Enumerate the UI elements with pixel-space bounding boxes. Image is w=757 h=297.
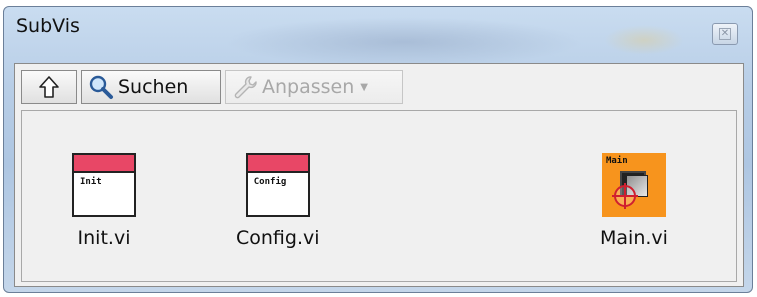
vi-icon-header (74, 155, 134, 173)
vi-icon-header (247, 155, 308, 173)
content-area: Suchen Anpassen ▼ Init Init.vi Config Co… (14, 63, 744, 287)
main-vi-icon: Main (601, 153, 666, 217)
vi-icon: Config (245, 153, 310, 217)
toolbar: Suchen Anpassen ▼ (21, 70, 403, 106)
vi-name: Init.vi (77, 227, 131, 249)
list-item[interactable]: Config Config.vi (236, 111, 320, 249)
search-label: Suchen (118, 76, 189, 98)
search-button[interactable]: Suchen (81, 70, 221, 104)
close-button[interactable]: ✕ (712, 23, 738, 45)
vi-name: Config.vi (236, 227, 320, 249)
close-icon: ✕ (719, 28, 731, 40)
vi-icon-text: Main (605, 156, 628, 166)
magnifier-icon (89, 75, 113, 99)
chevron-down-icon: ▼ (360, 81, 368, 93)
window-title: SubVis (16, 15, 80, 37)
vi-name: Main.vi (600, 227, 668, 249)
list-item[interactable]: Init Init.vi (72, 111, 136, 249)
vi-icon-text: Config (253, 177, 287, 187)
subvi-list: Init Init.vi Config Config.vi Main Main.… (21, 110, 737, 282)
subvis-window: SubVis ✕ Suchen Anpassen ▼ Init Init.vi … (3, 6, 753, 293)
vi-icon: Init (72, 153, 136, 217)
adjust-dropdown-button[interactable]: Anpassen ▼ (225, 70, 403, 104)
adjust-label: Anpassen (262, 76, 355, 98)
vi-icon-text: Init (80, 177, 102, 187)
arrow-up-icon (39, 76, 59, 98)
list-item[interactable]: Main Main.vi (600, 111, 668, 249)
wrench-icon (234, 76, 257, 99)
crosshair-icon (611, 183, 638, 209)
up-button[interactable] (21, 70, 77, 104)
